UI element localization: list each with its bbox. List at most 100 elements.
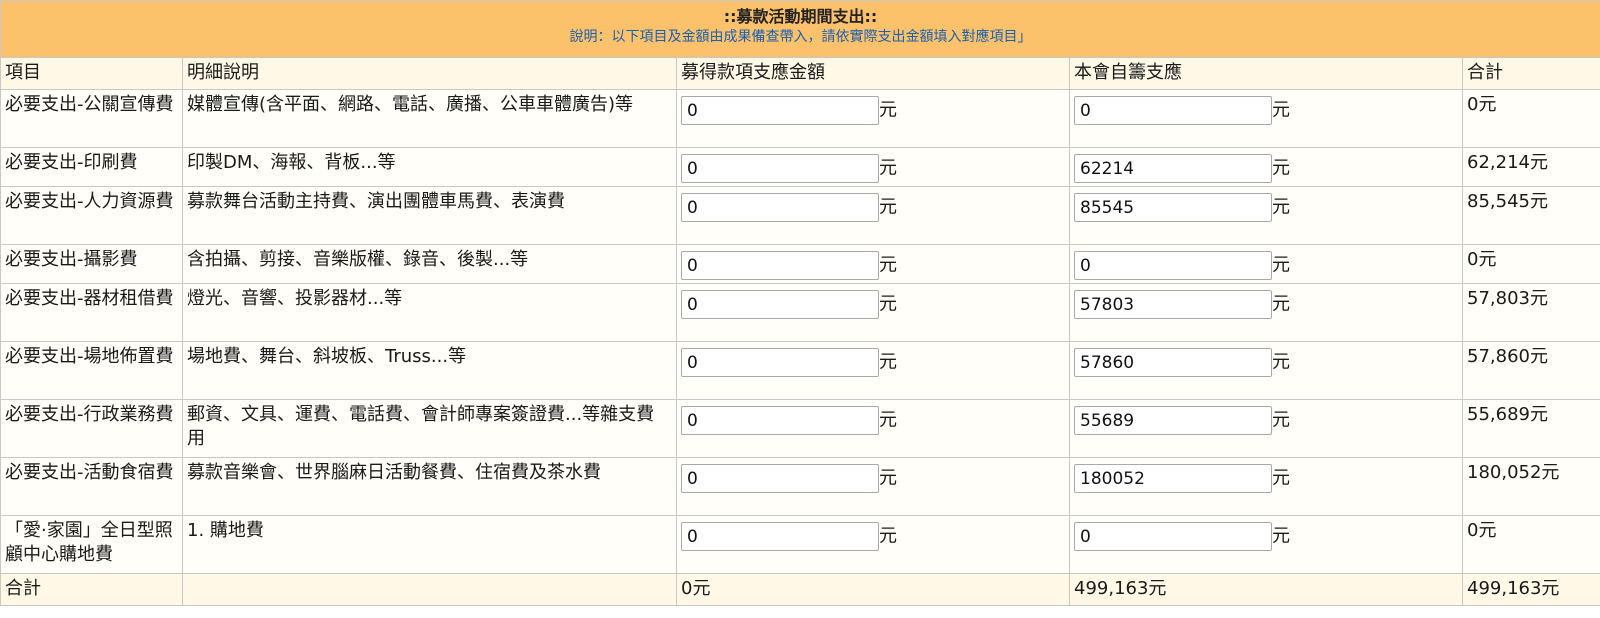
row-total: 0元 xyxy=(1461,515,1600,574)
raised-amount-input[interactable] xyxy=(681,348,879,377)
row-total: 62,214元 xyxy=(1461,147,1600,187)
unit-label: 元 xyxy=(879,157,897,179)
column-header-total: 合計 xyxy=(1461,57,1600,90)
unit-label: 元 xyxy=(1272,351,1290,373)
row-item-name: 必要支出-人力資源費 xyxy=(0,186,183,245)
unit-label: 元 xyxy=(879,196,897,218)
table-row: 必要支出-場地佈置費場地費、舞台、斜坡板、Truss...等 元 元 57,860元 xyxy=(0,341,1600,400)
table-row: 必要支出-印刷費印製DM、海報、背板...等 元 元 62,214元 xyxy=(0,147,1600,187)
row-detail: 募款舞台活動主持費、演出團體車馬費、表演費 xyxy=(182,186,677,245)
table-title: ::募款活動期間支出:: xyxy=(723,7,878,26)
row-detail: 場地費、舞台、斜坡板、Truss...等 xyxy=(182,341,677,400)
self-amount-input[interactable] xyxy=(1074,251,1272,280)
raised-amount-cell: 元 xyxy=(676,283,1070,342)
row-total: 0元 xyxy=(1461,89,1600,148)
self-amount-input[interactable] xyxy=(1074,290,1272,319)
unit-label: 元 xyxy=(1272,293,1290,315)
self-amount-input[interactable] xyxy=(1074,154,1272,183)
column-header-item: 項目 xyxy=(0,57,183,90)
unit-label: 元 xyxy=(1272,99,1290,121)
self-amount-input[interactable] xyxy=(1074,193,1272,222)
self-amount-cell: 元 xyxy=(1069,515,1463,574)
row-item-name: 必要支出-攝影費 xyxy=(0,244,183,284)
unit-label: 元 xyxy=(1272,157,1290,179)
self-amount-input[interactable] xyxy=(1074,96,1272,125)
totals-raised: 0元 xyxy=(676,573,1070,606)
row-detail: 含拍攝、剪接、音樂版權、錄音、後製...等 xyxy=(182,244,677,284)
raised-amount-input[interactable] xyxy=(681,464,879,493)
unit-label: 元 xyxy=(879,467,897,489)
raised-amount-input[interactable] xyxy=(681,290,879,319)
row-detail: 燈光、音響、投影器材...等 xyxy=(182,283,677,342)
table-description: 說明：以下項目及金額由成果備查帶入，請依實際支出金額填入對應項目」 xyxy=(569,29,1032,45)
raised-amount-input[interactable] xyxy=(681,193,879,222)
self-amount-cell: 元 xyxy=(1069,341,1463,400)
self-amount-input[interactable] xyxy=(1074,522,1272,551)
row-item-name: 「愛·家園」全日型照顧中心購地費 xyxy=(0,515,183,574)
column-header-self: 本會自籌支應 xyxy=(1069,57,1463,90)
unit-label: 元 xyxy=(1272,525,1290,547)
self-amount-cell: 元 xyxy=(1069,283,1463,342)
self-amount-input[interactable] xyxy=(1074,406,1272,435)
totals-row: 合計 0元 499,163元 499,163元 xyxy=(0,573,1600,606)
totals-self: 499,163元 xyxy=(1069,573,1463,606)
table-row: 必要支出-人力資源費募款舞台活動主持費、演出團體車馬費、表演費 元 元 85,545元 xyxy=(0,186,1600,245)
raised-amount-cell: 元 xyxy=(676,515,1070,574)
row-item-name: 必要支出-場地佈置費 xyxy=(0,341,183,400)
unit-label: 元 xyxy=(1272,409,1290,431)
row-detail: 印製DM、海報、背板...等 xyxy=(182,147,677,187)
raised-amount-cell: 元 xyxy=(676,89,1070,148)
row-detail: 媒體宣傳(含平面、網路、電話、廣播、公車車體廣告)等 xyxy=(182,89,677,148)
raised-amount-input[interactable] xyxy=(681,522,879,551)
expense-table: ::募款活動期間支出:: 說明：以下項目及金額由成果備查帶入，請依實際支出金額填… xyxy=(0,0,1600,606)
table-row: 必要支出-活動食宿費募款音樂會、世界腦麻日活動餐費、住宿費及茶水費 元 元 180,0… xyxy=(0,457,1600,516)
row-total: 55,689元 xyxy=(1461,399,1600,458)
row-detail: 1. 購地費 xyxy=(182,515,677,574)
totals-label: 合計 xyxy=(0,573,183,606)
table-row: 「愛·家園」全日型照顧中心購地費1. 購地費 元 元 0元 xyxy=(0,515,1600,574)
row-detail: 郵資、文具、運費、電話費、會計師專案簽證費...等雜支費用 xyxy=(182,399,677,458)
unit-label: 元 xyxy=(879,525,897,547)
raised-amount-input[interactable] xyxy=(681,406,879,435)
unit-label: 元 xyxy=(879,254,897,276)
column-header-row: 項目 明細說明 募得款項支應金額 本會自籌支應 合計 xyxy=(0,57,1600,90)
self-amount-cell: 元 xyxy=(1069,399,1463,458)
self-amount-input[interactable] xyxy=(1074,464,1272,493)
self-amount-cell: 元 xyxy=(1069,147,1463,187)
row-total: 57,860元 xyxy=(1461,341,1600,400)
self-amount-cell: 元 xyxy=(1069,457,1463,516)
row-total: 180,052元 xyxy=(1461,457,1600,516)
table-row: 必要支出-公關宣傳費媒體宣傳(含平面、網路、電話、廣播、公車車體廣告)等 元 元 0元 xyxy=(0,89,1600,148)
unit-label: 元 xyxy=(879,293,897,315)
unit-label: 元 xyxy=(879,99,897,121)
table-row: 必要支出-器材租借費燈光、音響、投影器材...等 元 元 57,803元 xyxy=(0,283,1600,342)
raised-amount-input[interactable] xyxy=(681,154,879,183)
unit-label: 元 xyxy=(1272,467,1290,489)
self-amount-cell: 元 xyxy=(1069,244,1463,284)
table-row: 必要支出-攝影費含拍攝、剪接、音樂版權、錄音、後製...等 元 元 0元 xyxy=(0,244,1600,284)
self-amount-input[interactable] xyxy=(1074,348,1272,377)
row-total: 0元 xyxy=(1461,244,1600,284)
row-item-name: 必要支出-公關宣傳費 xyxy=(0,89,183,148)
column-header-raised: 募得款項支應金額 xyxy=(676,57,1070,90)
self-amount-cell: 元 xyxy=(1069,89,1463,148)
row-detail: 募款音樂會、世界腦麻日活動餐費、住宿費及茶水費 xyxy=(182,457,677,516)
row-item-name: 必要支出-器材租借費 xyxy=(0,283,183,342)
row-item-name: 必要支出-活動食宿費 xyxy=(0,457,183,516)
raised-amount-cell: 元 xyxy=(676,341,1070,400)
column-header-detail: 明細說明 xyxy=(182,57,677,90)
raised-amount-cell: 元 xyxy=(676,244,1070,284)
raised-amount-cell: 元 xyxy=(676,399,1070,458)
raised-amount-input[interactable] xyxy=(681,251,879,280)
table-title-row: ::募款活動期間支出:: 說明：以下項目及金額由成果備查帶入，請依實際支出金額填… xyxy=(0,0,1600,58)
table-row: 必要支出-行政業務費郵資、文具、運費、電話費、會計師專案簽證費...等雜支費用 元… xyxy=(0,399,1600,458)
row-total: 85,545元 xyxy=(1461,186,1600,245)
unit-label: 元 xyxy=(879,351,897,373)
unit-label: 元 xyxy=(1272,254,1290,276)
row-item-name: 必要支出-印刷費 xyxy=(0,147,183,187)
raised-amount-input[interactable] xyxy=(681,96,879,125)
table-title-cell: ::募款活動期間支出:: 說明：以下項目及金額由成果備查帶入，請依實際支出金額填… xyxy=(0,0,1600,58)
totals-grand: 499,163元 xyxy=(1461,573,1600,606)
unit-label: 元 xyxy=(879,409,897,431)
unit-label: 元 xyxy=(1272,196,1290,218)
